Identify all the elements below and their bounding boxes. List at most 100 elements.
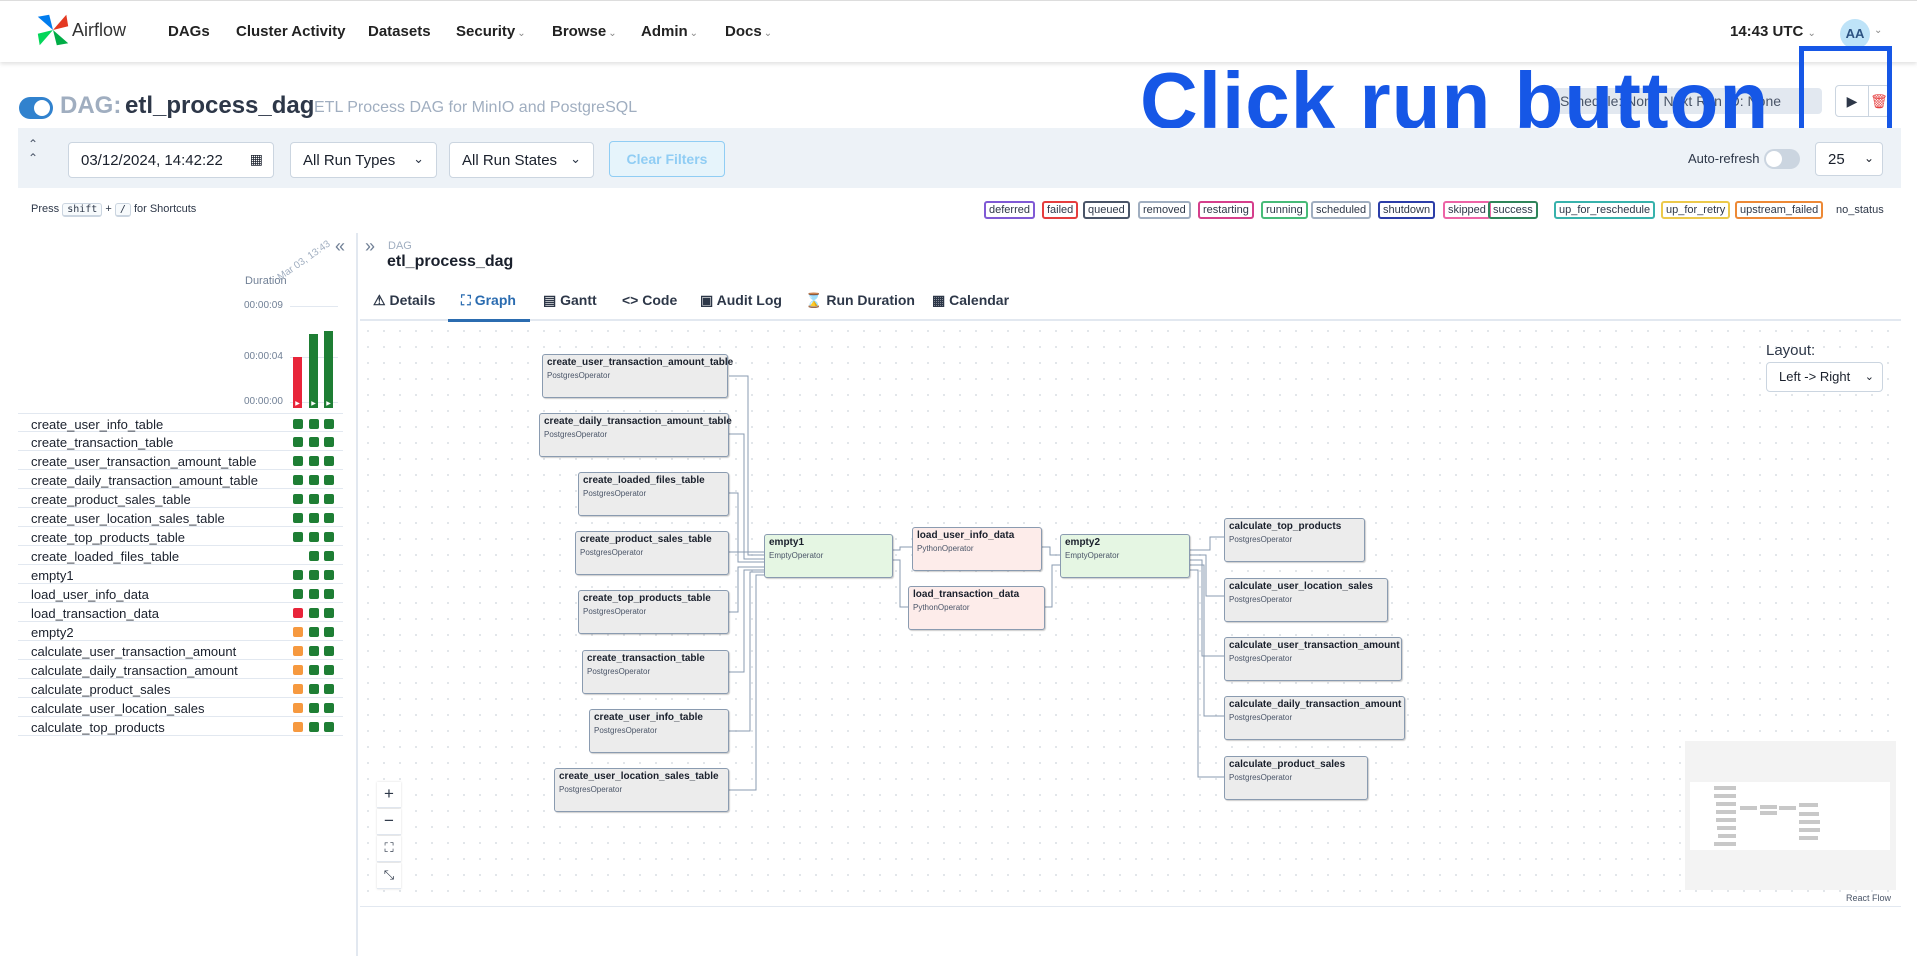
fit-view-button[interactable]: ⛶ xyxy=(377,836,401,862)
task-name[interactable]: calculate_product_sales xyxy=(31,682,170,697)
tab-gantt[interactable]: ▤ Gantt xyxy=(543,292,597,309)
graph-node-create-transaction-table[interactable]: create_transaction_table PostgresOperator xyxy=(582,650,729,694)
task-instance-success[interactable] xyxy=(309,722,319,732)
tab-code[interactable]: <> Code xyxy=(622,292,677,308)
task-instance-success[interactable] xyxy=(324,627,334,637)
task-row[interactable]: create_top_products_table xyxy=(18,527,343,546)
utc-clock[interactable]: 14:43 UTC ⌄ xyxy=(1730,23,1816,40)
task-instance-success[interactable] xyxy=(309,456,319,466)
expand-icon[interactable]: » xyxy=(365,236,375,257)
task-name[interactable]: create_product_sales_table xyxy=(31,492,191,507)
clear-filters-button[interactable]: Clear Filters xyxy=(609,141,725,177)
task-instance-upstream_failed[interactable] xyxy=(293,646,303,656)
task-instance-success[interactable] xyxy=(324,608,334,618)
task-instance-success[interactable] xyxy=(324,665,334,675)
layout-select[interactable]: Left -> Right ⌄ xyxy=(1766,362,1883,392)
task-instance-success[interactable] xyxy=(324,475,334,485)
legend-up-for-retry[interactable]: up_for_retry xyxy=(1661,201,1731,219)
legend-running[interactable]: running xyxy=(1261,201,1308,219)
task-instance-upstream_failed[interactable] xyxy=(293,627,303,637)
graph-node-empty1[interactable]: empty1 EmptyOperator xyxy=(764,534,893,578)
nav-admin[interactable]: Admin ⌄ xyxy=(641,23,698,40)
page-size-select[interactable]: 25 ⌄ xyxy=(1815,142,1883,176)
task-instance-success[interactable] xyxy=(324,646,334,656)
brand-name[interactable]: Airflow xyxy=(72,20,126,41)
legend-upstream-failed[interactable]: upstream_failed xyxy=(1735,201,1824,219)
nav-datasets[interactable]: Datasets xyxy=(368,23,431,40)
graph-node-create-user-transaction-amount-table[interactable]: create_user_transaction_amount_table Post… xyxy=(542,354,733,398)
run-bar-failed[interactable]: ▶ xyxy=(293,357,302,408)
task-name[interactable]: load_transaction_data xyxy=(31,606,159,621)
task-row[interactable]: create_user_location_sales_table xyxy=(18,508,343,527)
tab-run-duration[interactable]: ⌛ Run Duration xyxy=(805,292,915,309)
zoom-in-button[interactable]: + xyxy=(377,782,401,808)
tab-audit-log[interactable]: ▣ Audit Log xyxy=(700,292,782,309)
autorefresh-toggle[interactable] xyxy=(1764,149,1800,169)
task-instance-success[interactable] xyxy=(324,532,334,542)
graph-node-create-user-info-table[interactable]: create_user_info_table PostgresOperator xyxy=(589,709,729,753)
calendar-icon[interactable]: ▦ xyxy=(250,151,263,168)
task-row[interactable]: empty1 xyxy=(18,565,343,584)
task-instance-success[interactable] xyxy=(309,419,319,429)
task-instance-success[interactable] xyxy=(293,570,303,580)
breadcrumb-dag-title[interactable]: etl_process_dag xyxy=(387,253,513,271)
graph-node-calculate-daily-transaction-amount[interactable]: calculate_daily_transaction_amount Postgr… xyxy=(1224,696,1405,740)
task-name[interactable]: create_user_location_sales_table xyxy=(31,511,225,526)
task-name[interactable]: load_user_info_data xyxy=(31,587,149,602)
legend-queued[interactable]: queued xyxy=(1083,201,1130,219)
task-instance-success[interactable] xyxy=(309,513,319,523)
panel-divider[interactable] xyxy=(356,233,358,956)
task-instance-success[interactable] xyxy=(293,589,303,599)
graph-node-create-loaded-files-table[interactable]: create_loaded_files_table PostgresOperato… xyxy=(578,472,729,516)
nav-dags[interactable]: DAGs xyxy=(168,23,210,40)
task-row[interactable]: load_transaction_data xyxy=(18,603,343,622)
graph-node-create-daily-transaction-amount-table[interactable]: create_daily_transaction_amount_table Pos… xyxy=(539,413,732,457)
task-instance-success[interactable] xyxy=(293,532,303,542)
task-instance-success[interactable] xyxy=(309,532,319,542)
base-date-input[interactable]: 03/12/2024, 14:42:22 ▦ xyxy=(68,142,274,178)
task-instance-upstream_failed[interactable] xyxy=(293,722,303,732)
legend-success[interactable]: success xyxy=(1488,201,1538,219)
task-row[interactable]: calculate_user_location_sales xyxy=(18,698,343,717)
task-instance-success[interactable] xyxy=(309,608,319,618)
task-name[interactable]: calculate_daily_transaction_amount xyxy=(31,663,238,678)
task-instance-success[interactable] xyxy=(309,437,319,447)
task-instance-success[interactable] xyxy=(324,513,334,523)
legend-removed[interactable]: removed xyxy=(1138,201,1191,219)
nav-cluster-activity[interactable]: Cluster Activity xyxy=(236,23,345,40)
lock-view-button[interactable]: ⤡ xyxy=(377,863,401,889)
task-instance-success[interactable] xyxy=(324,684,334,694)
task-instance-success[interactable] xyxy=(293,419,303,429)
task-instance-success[interactable] xyxy=(309,703,319,713)
task-name[interactable]: calculate_top_products xyxy=(31,720,165,735)
task-instance-success[interactable] xyxy=(309,551,319,561)
task-instance-success[interactable] xyxy=(293,494,303,504)
task-row[interactable]: create_loaded_files_table xyxy=(18,546,343,565)
task-row[interactable]: create_transaction_table xyxy=(18,432,343,451)
graph-node-calculate-user-transaction-amount[interactable]: calculate_user_transaction_amount Postgre… xyxy=(1224,637,1402,681)
task-instance-failed[interactable] xyxy=(293,608,303,618)
task-row[interactable]: calculate_daily_transaction_amount xyxy=(18,660,343,679)
tab-details[interactable]: ⚠ Details xyxy=(373,292,435,309)
task-row[interactable]: calculate_top_products xyxy=(18,717,343,736)
task-name[interactable]: create_transaction_table xyxy=(31,435,173,450)
legend-no-status[interactable]: no_status xyxy=(1836,204,1884,216)
run-states-select[interactable]: All Run States ⌄ xyxy=(449,142,594,178)
task-instance-success[interactable] xyxy=(324,456,334,466)
task-row[interactable]: calculate_user_transaction_amount xyxy=(18,641,343,660)
legend-shutdown[interactable]: shutdown xyxy=(1378,201,1436,219)
task-row[interactable]: create_product_sales_table xyxy=(18,489,343,508)
graph-node-load-user-info-data[interactable]: load_user_info_data PythonOperator xyxy=(912,527,1042,571)
task-name[interactable]: create_user_transaction_amount_table xyxy=(31,454,256,469)
task-row[interactable]: empty2 xyxy=(18,622,343,641)
task-row[interactable]: calculate_product_sales xyxy=(18,679,343,698)
task-instance-success[interactable] xyxy=(293,475,303,485)
chevron-down-icon[interactable]: ⌄ xyxy=(1874,25,1882,36)
react-flow-attribution[interactable]: React Flow xyxy=(1846,893,1891,903)
task-instance-success[interactable] xyxy=(309,646,319,656)
task-instance-success[interactable] xyxy=(324,722,334,732)
run-types-select[interactable]: All Run Types ⌄ xyxy=(290,142,437,178)
task-name[interactable]: create_top_products_table xyxy=(31,530,185,545)
legend-scheduled[interactable]: scheduled xyxy=(1311,201,1372,219)
graph-node-calculate-product-sales[interactable]: calculate_product_sales PostgresOperator xyxy=(1224,756,1368,800)
